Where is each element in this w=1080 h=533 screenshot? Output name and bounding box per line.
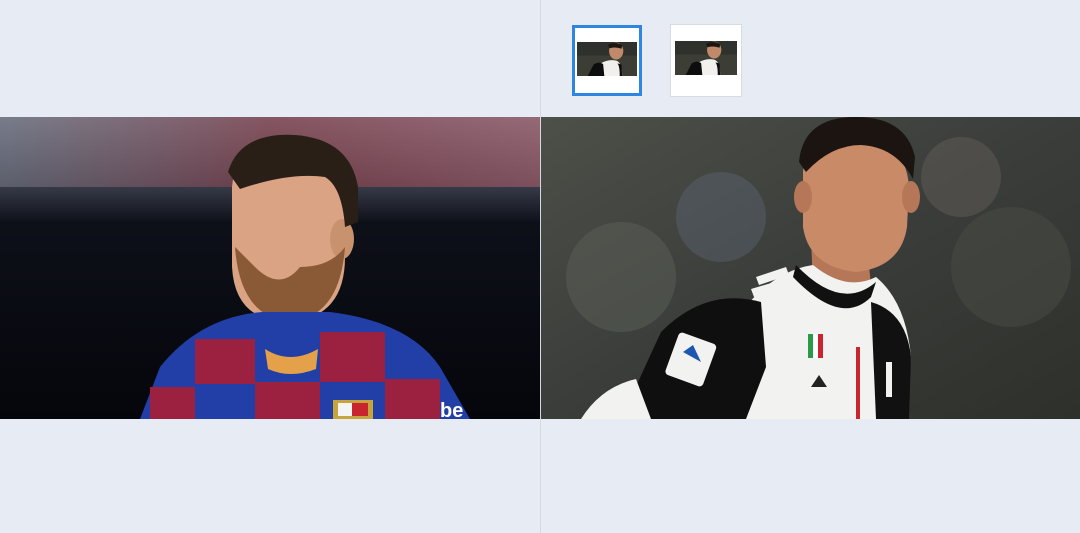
jersey-sponsor-text: be [440, 400, 463, 419]
right-photo[interactable] [541, 117, 1080, 419]
left-photo[interactable]: be [0, 117, 540, 419]
thumbnail-2[interactable] [671, 25, 741, 96]
thumbnail-2-image [675, 41, 737, 75]
thumbnail-1[interactable] [572, 25, 642, 96]
image-compare-viewer: be [0, 0, 1080, 533]
thumbnail-1-image [577, 42, 637, 76]
thumbnail-strip [572, 25, 741, 96]
